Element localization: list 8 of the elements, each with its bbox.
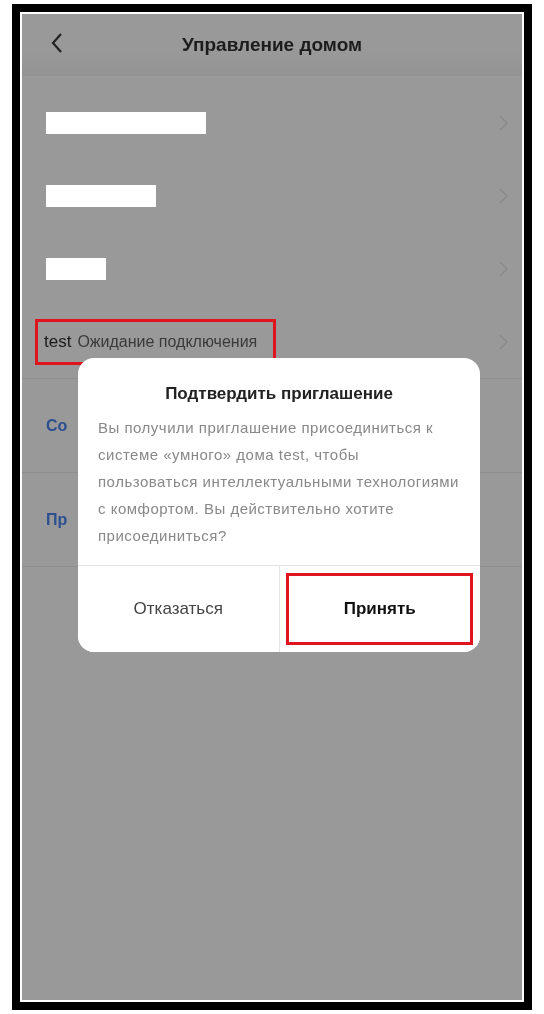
dialog-title: Подтвердить приглашение — [164, 383, 394, 405]
screen-title: Управление домом — [181, 34, 363, 56]
home-status: Ожидание подключения — [77, 332, 258, 351]
accept-button[interactable]: Принять — [278, 566, 480, 652]
redaction-block — [46, 257, 106, 280]
home-name: test — [44, 331, 72, 352]
back-chevron-icon[interactable] — [50, 32, 64, 54]
dialog-message: Вы получили приглашение присоединиться к системе «умного» дома test, чтобы пользоваться интеллектуальными технологиями с комфортом. Вы действительно хотите присоединиться? — [97, 418, 460, 546]
